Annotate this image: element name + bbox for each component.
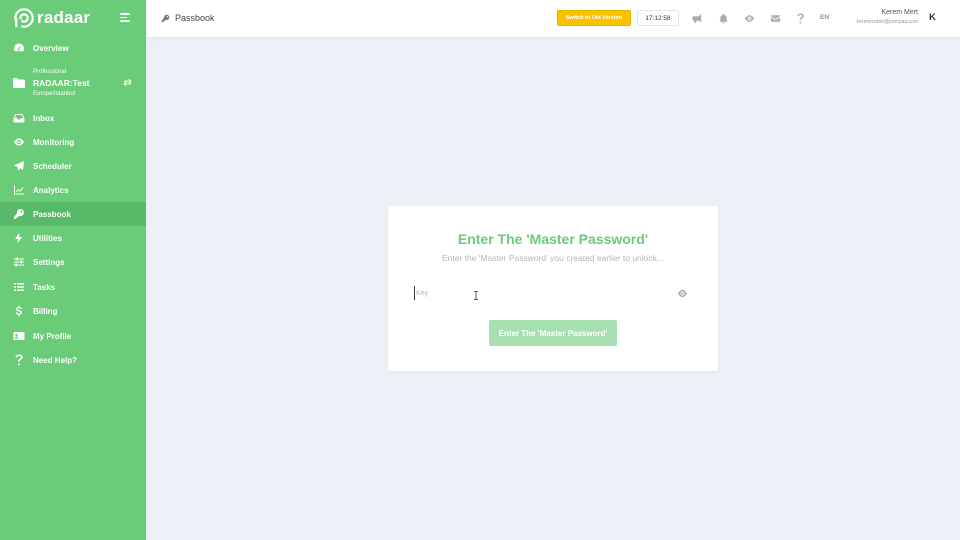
sidebar-item-need-help[interactable]: Need Help?: [0, 348, 146, 372]
sliders-icon: [13, 256, 25, 268]
sidebar-item-settings[interactable]: Settings: [0, 250, 146, 274]
paper-plane-icon: [13, 160, 25, 172]
sidebar-item-utilities[interactable]: Utilities: [0, 226, 146, 250]
sidebar-item-label: Billing: [33, 306, 58, 316]
sidebar-item-billing[interactable]: Billing: [0, 299, 146, 323]
key-icon: [13, 208, 25, 220]
envelope-icon[interactable]: [769, 12, 781, 24]
question-icon[interactable]: [794, 12, 806, 24]
card-subtitle: Enter the 'Master Password' you created …: [442, 253, 664, 263]
list-icon: [13, 281, 25, 293]
megaphone-icon[interactable]: [691, 12, 703, 24]
eye-icon[interactable]: [676, 288, 688, 298]
radaar-logo-icon: [14, 8, 34, 28]
sidebar-item-label: Utilities: [33, 233, 62, 243]
folder-icon: [13, 78, 25, 88]
sidebar-item-my-profile[interactable]: My Profile: [0, 324, 146, 348]
sidebar-item-label: Need Help?: [33, 355, 78, 365]
account-switcher[interactable]: Professional RADAAR:Test Europe/Istanbul: [0, 64, 146, 102]
submit-master-password-button[interactable]: Enter The 'Master Password': [489, 320, 617, 346]
bolt-icon: [13, 232, 25, 244]
brand[interactable]: radaar: [13, 7, 90, 29]
sidebar-item-scheduler[interactable]: Scheduler: [0, 154, 146, 178]
text-cursor-icon: [474, 291, 478, 300]
clock: 17:12:58: [637, 10, 679, 26]
eye-icon: [13, 136, 25, 148]
id-card-icon: [13, 330, 25, 342]
user-email: keremozden@pompaa.com: [856, 19, 919, 25]
switch-account-icon[interactable]: [122, 77, 133, 88]
sidebar-item-label: Passbook: [33, 209, 71, 219]
sidebar-item-label: Scheduler: [33, 161, 72, 171]
eye-icon[interactable]: [743, 12, 755, 24]
sidebar-item-label: My Profile: [33, 331, 72, 341]
breadcrumb: Passbook: [161, 13, 215, 23]
sidebar-item-label: Overview: [33, 43, 69, 53]
chart-line-icon: [13, 184, 25, 196]
language-selector[interactable]: EN: [820, 14, 829, 21]
sidebar-item-label: Tasks: [33, 282, 56, 292]
user-name[interactable]: Kerem Mert: [881, 9, 918, 16]
question-icon: [13, 354, 25, 366]
sidebar-item-tasks[interactable]: Tasks: [0, 275, 146, 299]
brand-name: radaar: [37, 8, 91, 27]
sidebar-item-label: Settings: [33, 257, 65, 267]
account-plan: Professional: [33, 69, 67, 75]
topbar: Passbook Switch to Old Version 17:12:58 …: [146, 0, 960, 37]
sidebar-item-analytics[interactable]: Analytics: [0, 178, 146, 202]
switch-old-version-button[interactable]: Switch to Old Version: [557, 10, 631, 26]
dashboard-icon: [13, 42, 25, 54]
sidebar-item-label: Inbox: [33, 113, 55, 123]
sidebar: radaar Overview Professional RADAAR:Test…: [0, 0, 146, 540]
sidebar-item-overview[interactable]: Overview: [0, 36, 146, 60]
dollar-icon: [13, 305, 25, 317]
sidebar-item-inbox[interactable]: Inbox: [0, 106, 146, 130]
page-title: Passbook: [175, 13, 215, 23]
account-name: RADAAR:Test: [33, 78, 90, 88]
avatar[interactable]: K: [929, 12, 936, 23]
sidebar-item-monitoring[interactable]: Monitoring: [0, 130, 146, 154]
bell-icon[interactable]: [717, 12, 729, 24]
key-icon: [161, 14, 170, 22]
inbox-icon: [13, 112, 25, 124]
card-title: Enter The 'Master Password': [457, 231, 649, 247]
sidebar-item-label: Analytics: [33, 185, 69, 195]
sidebar-item-passbook[interactable]: Passbook: [0, 202, 146, 226]
sidebar-item-label: Monitoring: [33, 137, 75, 147]
menu-toggle-icon[interactable]: [120, 13, 130, 24]
master-password-card: Enter The 'Master Password' Enter the 'M…: [388, 206, 718, 371]
master-password-input[interactable]: [414, 286, 694, 300]
account-timezone: Europe/Istanbul: [33, 91, 76, 97]
